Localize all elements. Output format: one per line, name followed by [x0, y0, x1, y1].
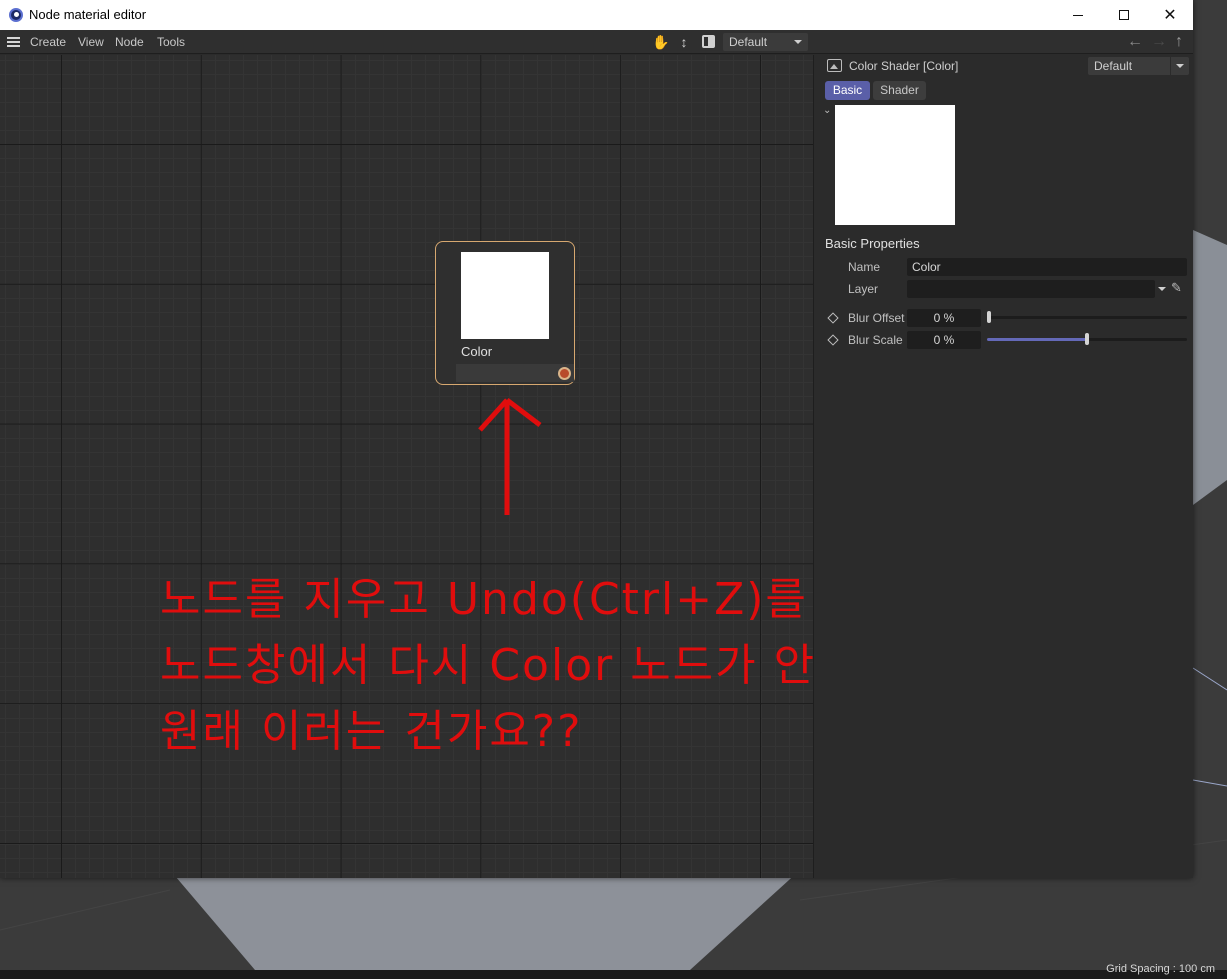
node-preview-swatch: [461, 252, 549, 339]
tab-shader[interactable]: Shader: [873, 81, 926, 100]
pan-hand-icon[interactable]: ✋: [652, 33, 670, 51]
slider-fill: [987, 338, 1087, 341]
menu-tools[interactable]: Tools: [157, 35, 185, 49]
close-button[interactable]: ✕: [1147, 0, 1193, 30]
node-footer: [456, 364, 574, 382]
slider-handle[interactable]: [987, 311, 991, 323]
shader-title: Color Shader [Color]: [849, 59, 959, 73]
blur-scale-field[interactable]: 0 %: [907, 331, 981, 349]
maximize-icon: [1119, 10, 1129, 20]
blur-scale-slider[interactable]: [987, 333, 1187, 345]
grid-spacing-readout: Grid Spacing : 100 cm: [1106, 963, 1215, 975]
annotation-line: 노드를 지우고 Undo(Ctrl+Z)를 누르면: [160, 574, 813, 625]
panel-toggle-icon[interactable]: [699, 33, 717, 51]
annotation-line: 원래 이러는 건가요??: [160, 706, 583, 757]
blur-scale-label: Blur Scale: [848, 333, 903, 347]
tab-basic[interactable]: Basic: [825, 81, 870, 100]
annotation-text: 노드를 지우고 Undo(Ctrl+Z)를 누르면 노드창에서 다시 Color…: [160, 567, 813, 765]
mode-dropdown-value: Default: [1094, 59, 1133, 73]
back-arrow-icon[interactable]: ←: [1127, 33, 1143, 51]
chevron-down-icon: [794, 40, 802, 44]
keyframe-diamond-icon[interactable]: [827, 312, 839, 324]
name-field[interactable]: Color: [907, 258, 1187, 276]
title-bar: Node material editor ✕: [0, 0, 1193, 30]
layer-field[interactable]: [907, 280, 1155, 298]
annotation-arrow-up-icon: [478, 398, 542, 515]
hamburger-menu-icon[interactable]: [7, 37, 20, 47]
forward-arrow-icon[interactable]: →: [1151, 33, 1167, 51]
blur-offset-slider[interactable]: [987, 311, 1187, 323]
shader-preview: [835, 105, 955, 225]
menu-bar: Create View Node Tools ✋ ↕: [0, 30, 1193, 54]
annotation-line: 노드창에서 다시 Color 노드가 안생기는데: [160, 640, 813, 691]
blur-offset-field[interactable]: 0 %: [907, 309, 981, 327]
collapse-chevron-icon[interactable]: ⌄: [823, 105, 831, 116]
minimize-icon: [1073, 14, 1083, 16]
blur-offset-label: Blur Offset: [848, 311, 905, 325]
layout-dropdown-value: Default: [729, 35, 768, 49]
up-arrow-icon[interactable]: ↑: [1175, 33, 1183, 51]
menu-create[interactable]: Create: [30, 35, 66, 49]
node-canvas[interactable]: Color 노드를 지우고 Undo(Ctrl+Z)를 누르면 노드창에서 다시…: [0, 55, 813, 878]
move-vertical-icon[interactable]: ↕: [675, 33, 693, 51]
layout-dropdown[interactable]: Default: [723, 33, 808, 51]
menu-node[interactable]: Node: [115, 35, 144, 49]
name-label: Name: [848, 260, 881, 274]
image-icon: [827, 59, 842, 72]
section-heading: Basic Properties: [825, 236, 920, 251]
cinema4d-app-icon: [9, 8, 23, 22]
minimize-button[interactable]: [1055, 0, 1101, 30]
node-label: Color: [461, 344, 493, 359]
menu-view[interactable]: View: [78, 35, 104, 49]
attribute-panel: Color Shader [Color] Default Basic Shade…: [813, 55, 1193, 878]
maximize-button[interactable]: [1101, 0, 1147, 30]
chevron-down-icon: [1176, 64, 1184, 68]
color-node[interactable]: Color: [435, 241, 575, 385]
close-icon: ✕: [1163, 7, 1177, 24]
output-port[interactable]: [558, 367, 571, 380]
slider-handle[interactable]: [1085, 333, 1089, 345]
keyframe-diamond-icon[interactable]: [827, 334, 839, 346]
node-editor-window: Node material editor ✕ Create View Node …: [0, 0, 1193, 878]
window-title: Node material editor: [29, 7, 147, 22]
mode-dropdown[interactable]: Default: [1088, 57, 1189, 75]
chevron-down-icon[interactable]: [1158, 287, 1166, 291]
eyedropper-icon[interactable]: ✎: [1171, 280, 1187, 296]
layer-label: Layer: [848, 282, 879, 296]
